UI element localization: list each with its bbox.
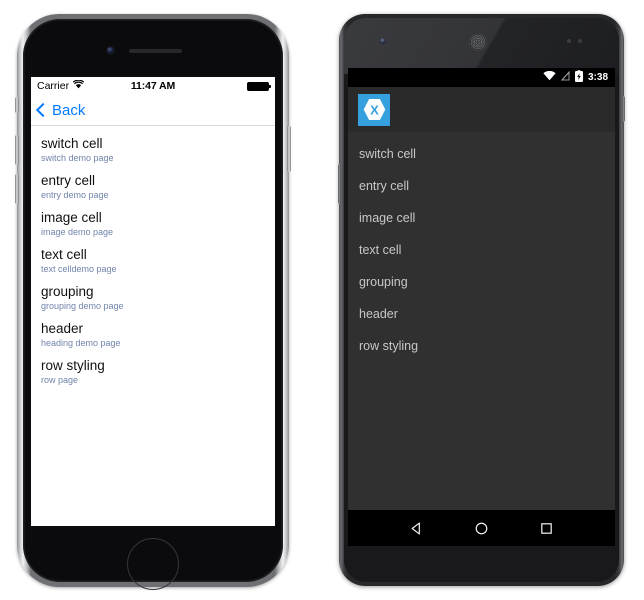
list-item-subtitle: switch demo page bbox=[41, 153, 114, 163]
list-item-subtitle: heading demo page bbox=[41, 338, 121, 348]
list-item-title: row styling bbox=[41, 358, 105, 373]
android-navigation-bar bbox=[348, 510, 615, 546]
back-button[interactable]: Back bbox=[35, 101, 86, 119]
ios-nav-bar: Back bbox=[31, 95, 275, 126]
signal-off-icon bbox=[560, 70, 570, 84]
android-device: 3:38 X switch cell entry cell image cell… bbox=[338, 14, 625, 586]
list-item[interactable]: image cell bbox=[348, 202, 615, 234]
list-item-subtitle: entry demo page bbox=[41, 190, 109, 200]
chevron-left-icon bbox=[35, 102, 51, 118]
list-item-subtitle: row page bbox=[41, 375, 79, 385]
earpiece-speaker-icon bbox=[129, 49, 182, 53]
list-item[interactable]: entry cell bbox=[348, 170, 615, 202]
battery-full-icon bbox=[247, 81, 271, 91]
list-item[interactable]: image cell image demo page bbox=[31, 206, 275, 243]
list-item-subtitle: text celldemo page bbox=[41, 264, 117, 274]
power-button[interactable] bbox=[287, 126, 291, 172]
wifi-icon bbox=[543, 70, 556, 84]
iphone-device: Carrier 11:47 AM Back switch cell switch… bbox=[15, 14, 291, 590]
list-item-subtitle: grouping demo page bbox=[41, 301, 124, 311]
list-item[interactable]: grouping grouping demo page bbox=[31, 280, 275, 317]
home-button[interactable] bbox=[127, 538, 179, 590]
list-item-title: text cell bbox=[41, 247, 87, 262]
list-item[interactable]: text cell bbox=[348, 234, 615, 266]
android-screen: 3:38 X switch cell entry cell image cell… bbox=[348, 68, 615, 546]
back-button-label: Back bbox=[52, 101, 86, 119]
nav-back-triangle-icon[interactable] bbox=[409, 521, 424, 536]
list-item[interactable]: grouping bbox=[348, 266, 615, 298]
proximity-sensor-icon bbox=[567, 39, 571, 43]
power-button[interactable] bbox=[622, 96, 625, 122]
android-clock: 3:38 bbox=[587, 72, 608, 83]
ios-clock: 11:47 AM bbox=[130, 80, 176, 92]
list-item-title: header bbox=[41, 321, 84, 336]
android-action-bar: X bbox=[348, 87, 615, 132]
list-item[interactable]: header bbox=[348, 298, 615, 330]
front-camera-icon bbox=[107, 47, 114, 54]
volume-up-button[interactable] bbox=[15, 135, 19, 165]
list-item[interactable]: switch cell bbox=[348, 138, 615, 170]
list-item[interactable]: row styling bbox=[348, 330, 615, 362]
xamarin-logo-letter: X bbox=[370, 103, 379, 118]
silent-switch-button[interactable] bbox=[15, 97, 19, 113]
xamarin-logo-icon[interactable]: X bbox=[358, 93, 390, 126]
ios-status-right bbox=[247, 81, 271, 91]
list-item[interactable]: entry cell entry demo page bbox=[31, 169, 275, 206]
list-item[interactable]: text cell text celldemo page bbox=[31, 243, 275, 280]
battery-charging-icon bbox=[574, 70, 583, 85]
nav-recents-square-icon[interactable] bbox=[539, 521, 554, 536]
list-item-title: image cell bbox=[41, 210, 102, 225]
android-list-view: switch cell entry cell image cell text c… bbox=[348, 132, 615, 362]
android-status-bar: 3:38 bbox=[348, 68, 615, 87]
light-sensor-icon bbox=[578, 39, 582, 43]
earpiece-speaker-icon bbox=[470, 34, 486, 50]
list-item-subtitle: image demo page bbox=[41, 227, 114, 237]
list-item[interactable]: switch cell switch demo page bbox=[31, 132, 275, 169]
list-item[interactable]: row styling row page bbox=[31, 354, 275, 391]
iphone-screen: Carrier 11:47 AM Back switch cell switch… bbox=[31, 77, 275, 526]
volume-down-button[interactable] bbox=[15, 174, 19, 204]
list-item-title: grouping bbox=[41, 284, 94, 299]
ios-list-view: switch cell switch demo page entry cell … bbox=[31, 126, 275, 391]
front-camera-icon bbox=[380, 38, 386, 44]
list-item[interactable]: header heading demo page bbox=[31, 317, 275, 354]
ios-status-bar: Carrier 11:47 AM bbox=[31, 77, 275, 95]
volume-rocker-button[interactable] bbox=[338, 164, 341, 204]
nav-home-circle-icon[interactable] bbox=[474, 521, 489, 536]
list-item-title: switch cell bbox=[41, 136, 103, 151]
list-item-title: entry cell bbox=[41, 173, 96, 188]
